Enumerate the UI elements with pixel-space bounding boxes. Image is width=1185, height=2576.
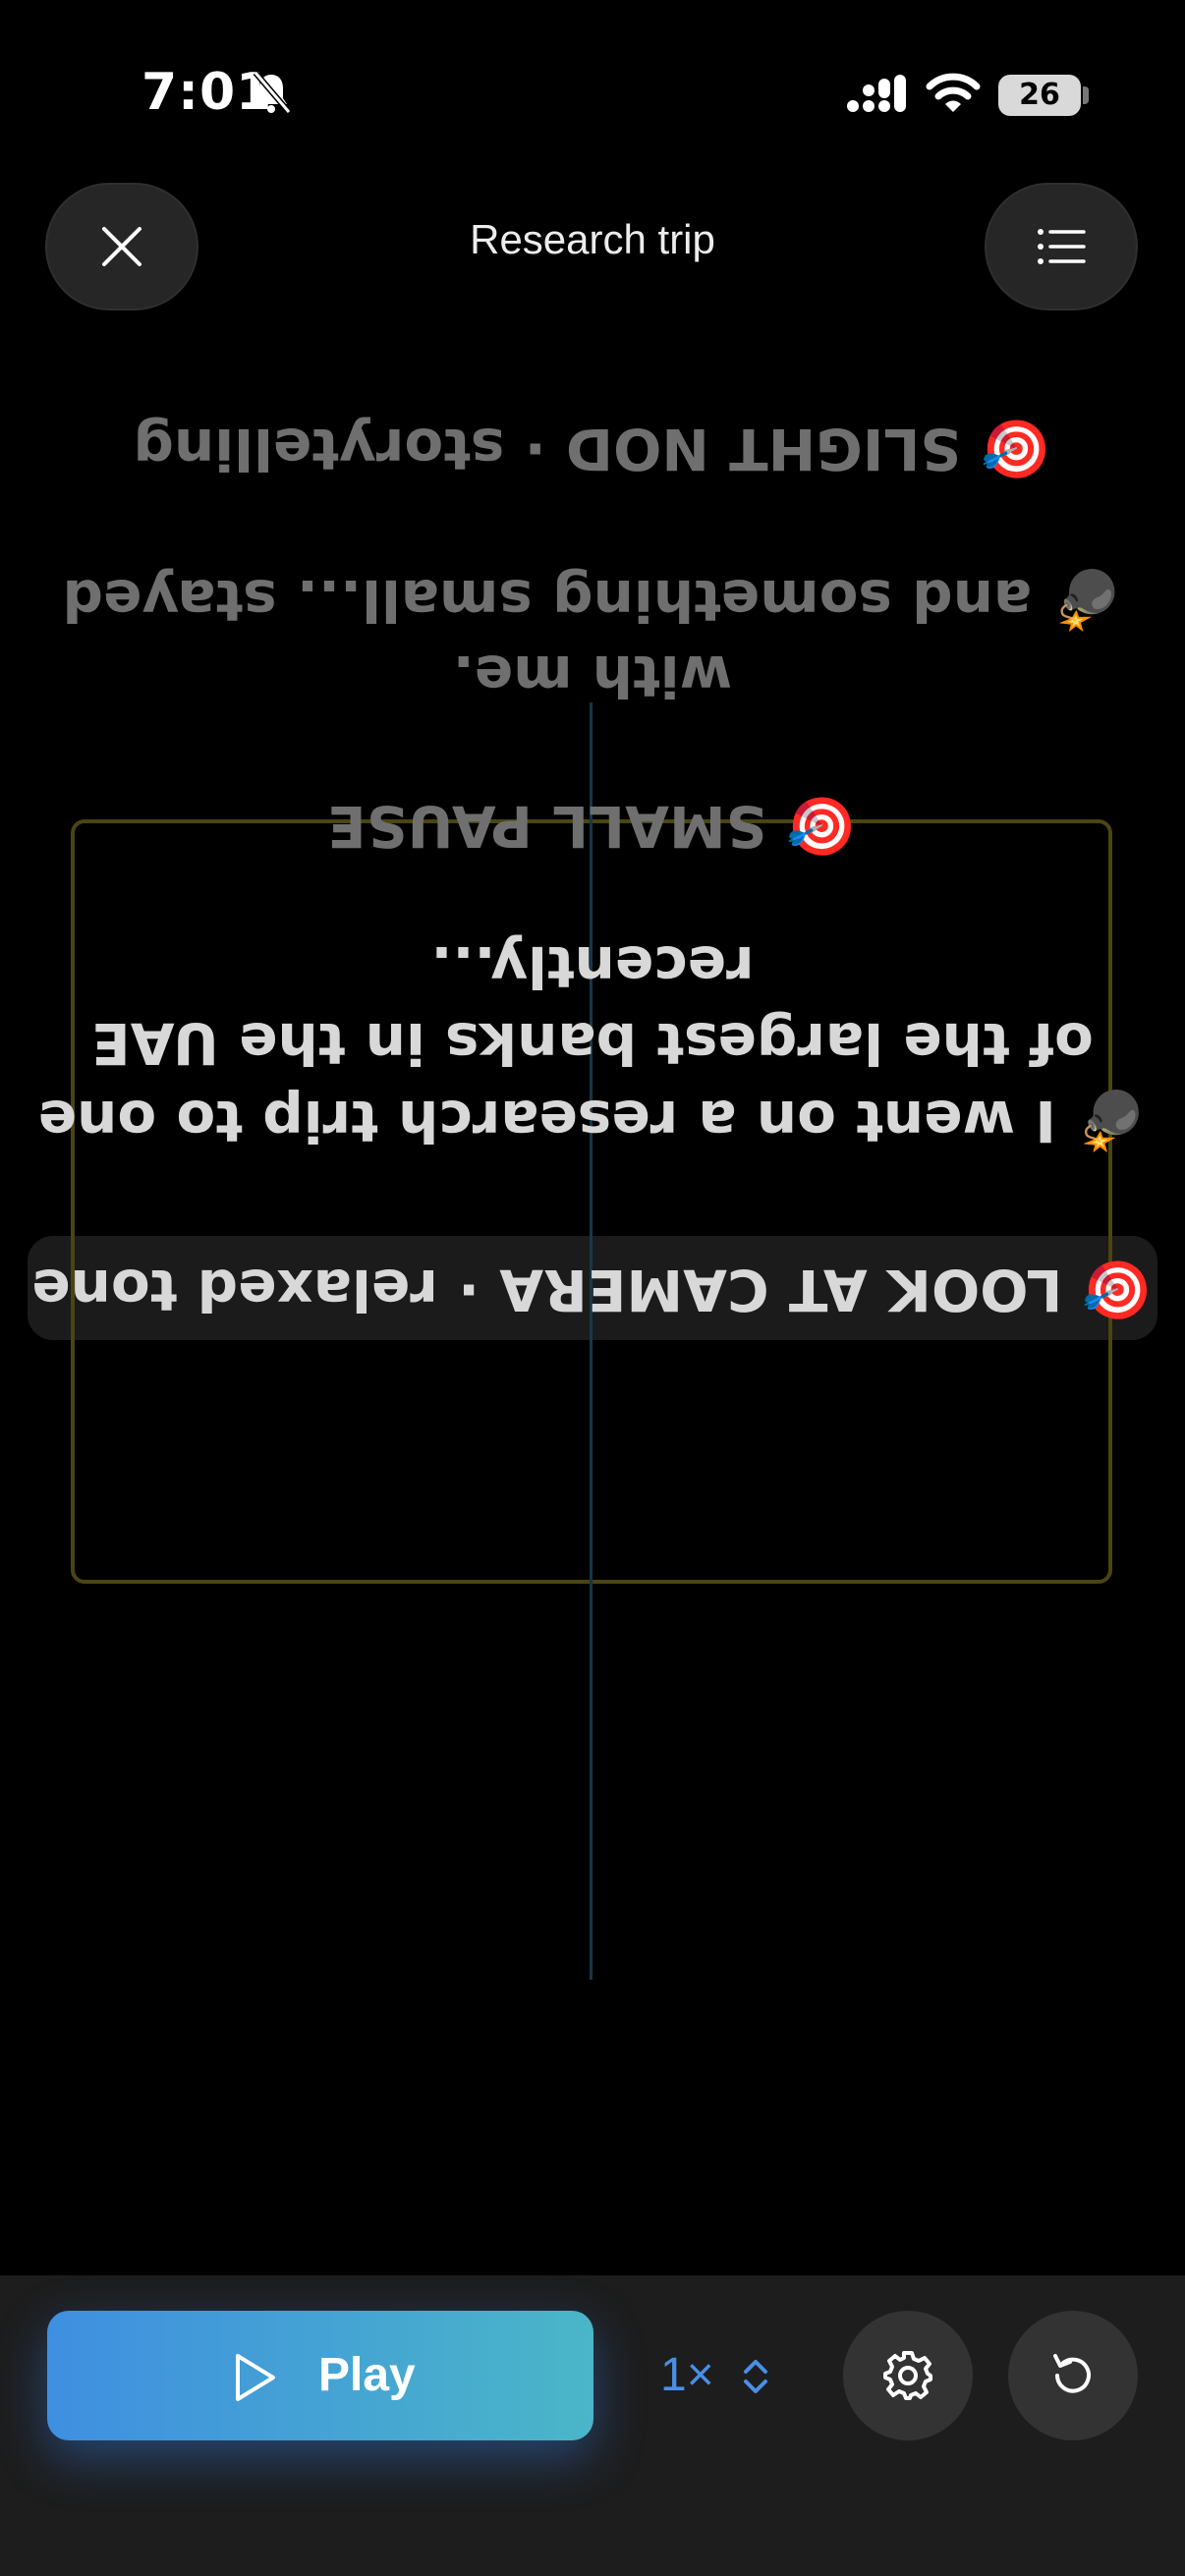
script-line: of the largest banks in the UAE (91, 1010, 1094, 1077)
script-list-button[interactable] (985, 183, 1138, 310)
teleprompter-stage[interactable]: 🎯 SLIGHT NOD · storytelling 💣 and someth… (0, 324, 1185, 1994)
status-bar: 7:01 26 (0, 0, 1185, 187)
center-guide-line (590, 702, 592, 1980)
script-line: recently... (430, 933, 755, 1000)
current-cue-line: 🎯 LOOK AT CAMERA · relaxed tone (31, 1257, 1154, 1323)
script-line: 💣 and something small... stayed (62, 567, 1123, 634)
battery-indicator: 26 (998, 75, 1081, 116)
script-line: 💣 I went on a research trip to one (37, 1088, 1148, 1154)
list-icon (1038, 229, 1086, 264)
settings-button[interactable] (843, 2311, 973, 2440)
chevron-up-down-icon (744, 2360, 767, 2393)
script-line: 🎯 SLIGHT NOD · storytelling (133, 416, 1052, 482)
wifi-icon (926, 73, 981, 112)
cellular-signal-icon (847, 75, 906, 112)
refresh-icon (1053, 2354, 1091, 2393)
gear-icon (883, 2351, 932, 2400)
speed-selector[interactable]: 1× (660, 2342, 778, 2411)
play-label: Play (318, 2349, 416, 2401)
battery-level: 26 (1019, 78, 1060, 112)
bell-muted-icon (253, 71, 292, 114)
play-icon (236, 2354, 275, 2401)
play-button[interactable]: Play (47, 2311, 593, 2440)
restart-button[interactable] (1008, 2311, 1138, 2440)
battery-tip (1083, 86, 1089, 104)
script-line: 🎯 SMALL PAUSE (327, 793, 858, 860)
speed-value: 1× (660, 2349, 714, 2401)
close-icon (102, 227, 141, 266)
page-title: Research trip (470, 216, 715, 262)
close-button[interactable] (45, 183, 198, 310)
script-line: with me. (452, 643, 733, 709)
